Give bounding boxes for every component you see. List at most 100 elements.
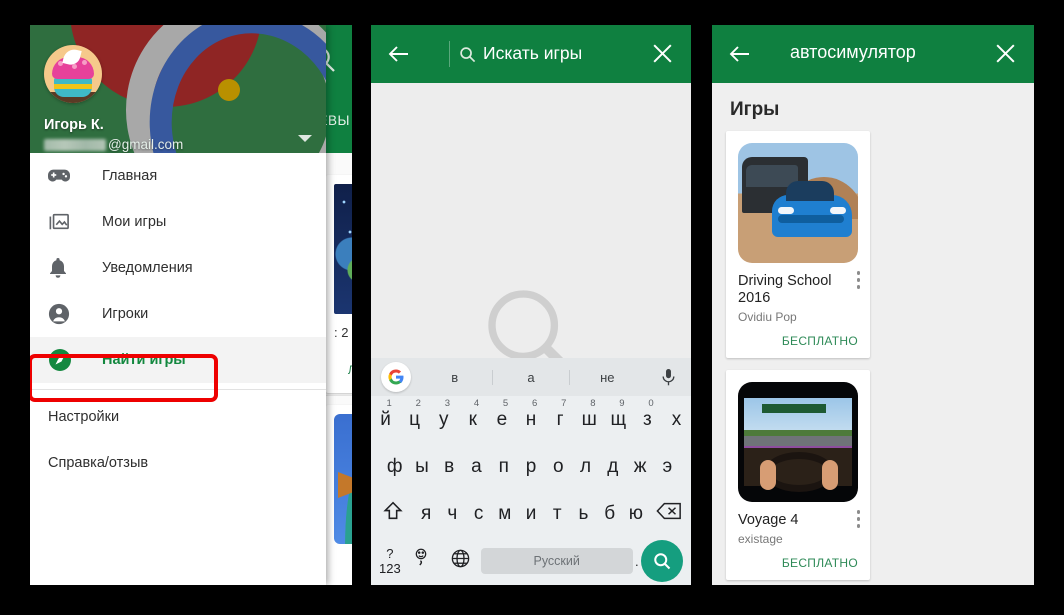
sidebar-item-notifications[interactable]: Уведомления [30, 245, 326, 291]
key-label: х [671, 408, 682, 430]
app-price[interactable]: БЕСПЛАТНО [738, 556, 858, 570]
key-э[interactable]: э [654, 456, 681, 478]
key-ю[interactable]: ю [623, 503, 649, 525]
keyboard-row-1: 1й 2ц 3у 4к 5е 6н 7г 8ш 9щ 0з х [371, 396, 691, 443]
app-price[interactable]: БЕСПЛАТНО [738, 334, 858, 348]
card-thumbnail [334, 184, 352, 314]
key-label: щ [610, 408, 627, 430]
space-key[interactable]: Русский [480, 548, 633, 574]
key-п[interactable]: п [490, 456, 517, 478]
keyboard-row-2: ф ы в а п р о л д ж э [371, 443, 691, 490]
suggestion-chip[interactable]: не [568, 369, 645, 385]
card-title: : 2 [334, 325, 349, 340]
sidebar-item-home[interactable]: Главная [30, 153, 326, 199]
key-number: 0 [648, 397, 654, 409]
key-number: 2 [415, 397, 421, 409]
key-ш[interactable]: 8ш [575, 398, 604, 431]
key-н[interactable]: 6н [516, 398, 545, 431]
sidebar-item-label: Уведомления [102, 260, 193, 276]
key-label: ц [409, 408, 421, 430]
list-divider [326, 395, 352, 396]
key-label: з [643, 408, 652, 430]
key-г[interactable]: 7г [546, 398, 575, 431]
language-globe-icon[interactable] [441, 548, 481, 575]
key-ы[interactable]: ы [408, 456, 435, 478]
microphone-icon[interactable] [660, 368, 677, 392]
emoji-comma-icon[interactable] [401, 547, 441, 575]
key-з[interactable]: 0з [633, 398, 662, 431]
search-input[interactable]: Искать игры [483, 43, 582, 64]
screenshot-stage: СЕТЕВЫ : 2 ЛАТНО ЛАТНО [0, 0, 1064, 615]
search-query-text[interactable]: автосимулятор [790, 42, 916, 63]
app-title: Driving School 2016 [738, 273, 832, 307]
phone-panel-drawer: СЕТЕВЫ : 2 ЛАТНО ЛАТНО [30, 25, 352, 585]
key-к[interactable]: 4к [458, 398, 487, 431]
key-щ[interactable]: 9щ [604, 398, 633, 431]
suggestion-chip[interactable]: в [417, 370, 492, 385]
key-ь[interactable]: ь [570, 503, 596, 525]
key-б[interactable]: б [597, 503, 623, 525]
key-ф[interactable]: ф [381, 456, 408, 478]
sidebar-item-find-games[interactable]: Найти игры [30, 337, 326, 383]
key-т[interactable]: т [544, 503, 570, 525]
close-icon[interactable] [650, 41, 675, 71]
key-number: 6 [532, 397, 538, 409]
key-е[interactable]: 5е [487, 398, 516, 431]
avatar[interactable] [44, 45, 102, 103]
key-number: 4 [473, 397, 480, 409]
key-и[interactable]: и [518, 503, 544, 525]
section-title: Игры [730, 99, 780, 120]
key-ч[interactable]: ч [439, 503, 465, 525]
shift-icon[interactable] [373, 500, 413, 528]
key-label: ш [581, 408, 597, 430]
close-icon[interactable] [993, 41, 1018, 71]
symbols-key[interactable]: ?123 [379, 546, 401, 576]
sidebar-item-label: Игроки [102, 306, 149, 322]
card-price: ЛАТНО [347, 365, 352, 377]
key-number: 8 [590, 397, 596, 409]
key-д[interactable]: д [599, 456, 626, 478]
account-name: Игорь К. [44, 117, 104, 133]
overflow-menu-icon[interactable] [856, 271, 860, 292]
sidebar-item-players[interactable]: Игроки [30, 291, 326, 337]
results-body: Игры Driving School 2016 Ovidiu Pop БЕСП… [712, 83, 1034, 585]
back-arrow-icon[interactable] [728, 42, 752, 71]
backspace-icon[interactable] [649, 501, 689, 527]
back-arrow-icon[interactable] [387, 42, 411, 71]
sidebar-item-settings[interactable]: Настройки [30, 394, 326, 440]
driving-school-icon [738, 143, 858, 263]
drawer-menu: Главная Мои игры Уведомления Игроки Найт… [30, 153, 326, 486]
key-а[interactable]: а [463, 456, 490, 478]
key-х[interactable]: х [662, 409, 691, 431]
chevron-down-icon[interactable] [298, 135, 312, 142]
navigation-drawer: Игорь К. @gmail.com Главная Мои игры Уве… [30, 25, 326, 585]
key-ж[interactable]: ж [626, 456, 653, 478]
sidebar-item-help-feedback[interactable]: Справка/отзыв [30, 440, 326, 486]
google-logo-icon[interactable] [381, 362, 411, 392]
menu-divider [30, 389, 326, 390]
app-developer: Ovidiu Pop [738, 310, 797, 325]
key-м[interactable]: м [492, 503, 518, 525]
search-submit-icon[interactable] [641, 540, 683, 582]
key-л[interactable]: л [572, 456, 599, 478]
key-я[interactable]: я [413, 503, 439, 525]
key-с[interactable]: с [465, 503, 491, 525]
background-card[interactable]: : 2 ЛАТНО [326, 175, 352, 393]
overflow-menu-icon[interactable] [856, 510, 860, 531]
key-й[interactable]: 1й [371, 398, 400, 431]
key-р[interactable]: р [517, 456, 544, 478]
period-key[interactable]: . [633, 554, 641, 569]
app-developer: existage [738, 532, 783, 547]
sidebar-item-my-games[interactable]: Мои игры [30, 199, 326, 245]
keyboard-row-3: я ч с м и т ь б ю [371, 490, 691, 537]
key-number: 7 [561, 397, 567, 409]
suggestion-chip[interactable]: а [492, 369, 568, 385]
background-card[interactable]: ЛАТНО [326, 405, 352, 585]
app-card[interactable]: Voyage 4 existage БЕСПЛАТНО [726, 370, 870, 581]
app-card[interactable]: Driving School 2016 Ovidiu Pop БЕСПЛАТНО [726, 131, 870, 359]
key-в[interactable]: в [436, 456, 463, 478]
key-ц[interactable]: 2ц [400, 398, 429, 431]
sidebar-item-label: Справка/отзыв [48, 455, 149, 471]
key-о[interactable]: о [545, 456, 572, 478]
key-у[interactable]: 3у [429, 398, 458, 431]
